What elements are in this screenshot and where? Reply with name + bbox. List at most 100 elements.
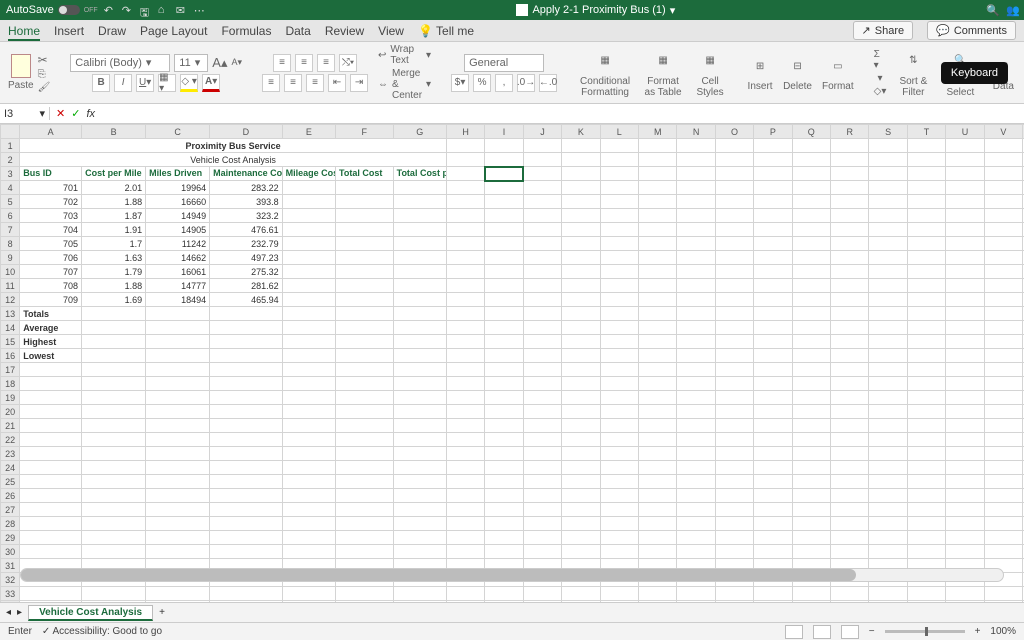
row-header[interactable]: 18 <box>1 377 20 391</box>
cell[interactable] <box>792 237 830 251</box>
cell[interactable]: 1.7 <box>82 237 146 251</box>
cell[interactable] <box>869 461 907 475</box>
cell[interactable] <box>146 335 210 349</box>
cell[interactable]: Totals <box>20 307 82 321</box>
cell[interactable] <box>831 195 869 209</box>
row-header[interactable]: 29 <box>1 531 20 545</box>
underline-button[interactable]: U ▾ <box>136 74 154 92</box>
cell[interactable] <box>831 307 869 321</box>
cell[interactable]: 707 <box>20 265 82 279</box>
cell[interactable] <box>210 517 283 531</box>
cell[interactable] <box>600 139 638 153</box>
cell[interactable] <box>946 265 984 279</box>
cell[interactable] <box>869 503 907 517</box>
cell[interactable] <box>562 153 600 167</box>
cell[interactable] <box>754 545 792 559</box>
row-header[interactable]: 31 <box>1 559 20 573</box>
cell[interactable] <box>831 377 869 391</box>
cell[interactable] <box>792 601 830 603</box>
cell[interactable] <box>393 433 446 447</box>
cell[interactable] <box>446 391 484 405</box>
cell[interactable] <box>792 293 830 307</box>
cell[interactable] <box>446 517 484 531</box>
cell[interactable] <box>715 419 753 433</box>
cell[interactable] <box>485 363 523 377</box>
cell[interactable] <box>523 461 561 475</box>
row-header[interactable]: 19 <box>1 391 20 405</box>
cell[interactable] <box>523 153 561 167</box>
cell[interactable] <box>600 475 638 489</box>
autosum-icon[interactable]: Σ ▾ <box>874 49 887 71</box>
cell[interactable] <box>210 363 283 377</box>
cell[interactable]: 2.01 <box>82 181 146 195</box>
cell[interactable] <box>754 349 792 363</box>
row-header[interactable]: 25 <box>1 475 20 489</box>
cell[interactable] <box>562 335 600 349</box>
cell[interactable] <box>600 391 638 405</box>
cell[interactable] <box>677 167 715 181</box>
cell[interactable] <box>523 181 561 195</box>
cell[interactable] <box>831 587 869 601</box>
cell[interactable] <box>336 335 394 349</box>
cell[interactable] <box>869 531 907 545</box>
cell[interactable] <box>638 209 676 223</box>
cell[interactable] <box>677 391 715 405</box>
cell[interactable] <box>831 447 869 461</box>
cell[interactable] <box>393 181 446 195</box>
cell[interactable] <box>600 209 638 223</box>
cell[interactable] <box>446 223 484 237</box>
chevron-down-icon[interactable]: ▾ <box>670 4 676 17</box>
next-sheet-icon[interactable]: ▸ <box>17 607 22 618</box>
cell[interactable] <box>715 237 753 251</box>
cell[interactable] <box>393 265 446 279</box>
cell[interactable] <box>210 503 283 517</box>
cell[interactable] <box>754 587 792 601</box>
cell[interactable] <box>984 531 1022 545</box>
cell[interactable] <box>907 139 945 153</box>
cell[interactable] <box>82 419 146 433</box>
cell[interactable] <box>523 251 561 265</box>
cell[interactable] <box>282 531 335 545</box>
cell[interactable] <box>485 517 523 531</box>
cell[interactable] <box>715 335 753 349</box>
cell[interactable] <box>282 223 335 237</box>
cell[interactable] <box>792 167 830 181</box>
cell[interactable] <box>907 405 945 419</box>
cell[interactable] <box>523 531 561 545</box>
cell[interactable] <box>754 195 792 209</box>
cell[interactable] <box>523 601 561 603</box>
col-header[interactable]: C <box>146 125 210 139</box>
add-sheet-button[interactable]: + <box>159 607 165 618</box>
cell[interactable] <box>831 475 869 489</box>
cell[interactable] <box>485 447 523 461</box>
row-header[interactable]: 4 <box>1 181 20 195</box>
cell[interactable] <box>754 209 792 223</box>
cell[interactable] <box>638 349 676 363</box>
cell[interactable] <box>562 517 600 531</box>
cell[interactable] <box>831 167 869 181</box>
cell[interactable]: Total Cost <box>336 167 394 181</box>
cell[interactable] <box>638 601 676 603</box>
cell[interactable] <box>600 545 638 559</box>
cell[interactable] <box>146 447 210 461</box>
row-header[interactable]: 1 <box>1 139 20 153</box>
cell[interactable]: Average <box>20 321 82 335</box>
cell[interactable] <box>984 377 1022 391</box>
number-format-select[interactable]: General <box>464 54 544 72</box>
cell[interactable] <box>907 153 945 167</box>
cell[interactable] <box>210 335 283 349</box>
cell[interactable] <box>638 377 676 391</box>
cell[interactable] <box>336 475 394 489</box>
cell[interactable] <box>792 153 830 167</box>
cell[interactable]: 393.8 <box>210 195 283 209</box>
cell[interactable] <box>336 545 394 559</box>
cell[interactable] <box>210 377 283 391</box>
cell[interactable] <box>715 503 753 517</box>
cell[interactable] <box>831 181 869 195</box>
cell[interactable] <box>754 293 792 307</box>
row-header[interactable]: 26 <box>1 489 20 503</box>
cell[interactable] <box>677 209 715 223</box>
tab-draw[interactable]: Draw <box>98 24 126 38</box>
cell[interactable] <box>336 293 394 307</box>
cell[interactable] <box>446 237 484 251</box>
